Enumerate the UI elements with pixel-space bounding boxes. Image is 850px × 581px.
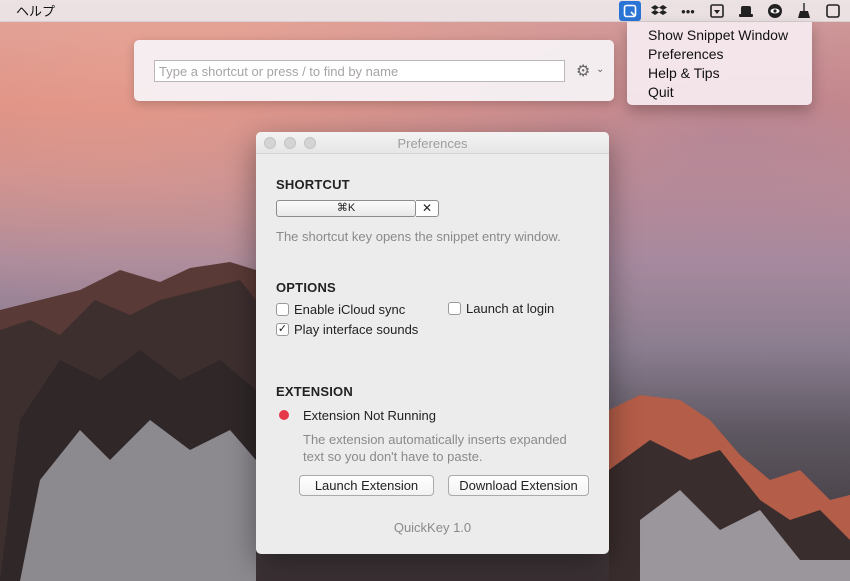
shortcut-hint: The shortcut key opens the snippet entry…: [276, 229, 561, 244]
menu-bar: ヘルプ •••: [0, 0, 850, 22]
app-version: QuickKey 1.0: [393, 520, 472, 535]
hat-icon[interactable]: [735, 1, 757, 21]
menu-item-quit[interactable]: Quit: [627, 83, 812, 102]
broom-icon[interactable]: [793, 1, 815, 21]
snippet-search-input[interactable]: [154, 60, 565, 82]
launch-at-login-option[interactable]: Launch at login: [448, 301, 554, 316]
extension-status: Extension Not Running: [303, 408, 436, 423]
icloud-sync-checkbox[interactable]: [276, 303, 289, 316]
shortcut-heading: SHORTCUT: [276, 177, 350, 192]
launch-at-login-label: Launch at login: [466, 301, 555, 316]
window-title: Preferences: [397, 136, 468, 151]
status-icons: •••: [619, 0, 844, 22]
eye-icon[interactable]: [764, 1, 786, 21]
dropbox-icon[interactable]: [648, 1, 670, 21]
title-bar: Preferences: [256, 132, 609, 154]
options-heading: OPTIONS: [276, 280, 336, 295]
window-icon[interactable]: [822, 1, 844, 21]
interface-sounds-option[interactable]: ✓ Play interface sounds: [276, 322, 418, 337]
download-icon[interactable]: [706, 1, 728, 21]
preferences-window: Preferences SHORTCUT ⌘K ✕ The shortcut k…: [256, 132, 609, 554]
menu-item-show-snippet-window[interactable]: Show Snippet Window: [627, 26, 812, 45]
snippet-window: ⚙ ⌄: [134, 40, 614, 101]
extension-heading: EXTENSION: [276, 384, 353, 399]
quickkey-icon[interactable]: [619, 1, 641, 21]
menu-help[interactable]: ヘルプ: [16, 1, 55, 20]
status-dot-icon: [279, 410, 289, 420]
clear-shortcut-button[interactable]: ✕: [416, 200, 439, 217]
shortcut-recorder[interactable]: ⌘K: [276, 200, 416, 217]
launch-at-login-checkbox[interactable]: [448, 302, 461, 315]
menu-item-help-tips[interactable]: Help & Tips: [627, 64, 812, 83]
interface-sounds-label: Play interface sounds: [294, 322, 419, 337]
menu-item-preferences[interactable]: Preferences: [627, 45, 812, 64]
launch-extension-button[interactable]: Launch Extension: [299, 475, 434, 496]
extension-hint-line-2: text so you don't have to paste.: [303, 449, 483, 464]
gear-icon[interactable]: ⚙: [576, 61, 590, 81]
download-extension-button[interactable]: Download Extension: [448, 475, 589, 496]
interface-sounds-checkbox[interactable]: ✓: [276, 323, 289, 336]
icloud-sync-option[interactable]: Enable iCloud sync: [276, 302, 405, 317]
icloud-sync-label: Enable iCloud sync: [294, 302, 406, 317]
chevron-down-icon[interactable]: ⌄: [596, 64, 604, 75]
status-menu: Show Snippet Window Preferences Help & T…: [627, 22, 812, 105]
extension-hint-line-1: The extension automatically inserts expa…: [303, 432, 567, 447]
more-icon[interactable]: •••: [677, 1, 699, 21]
